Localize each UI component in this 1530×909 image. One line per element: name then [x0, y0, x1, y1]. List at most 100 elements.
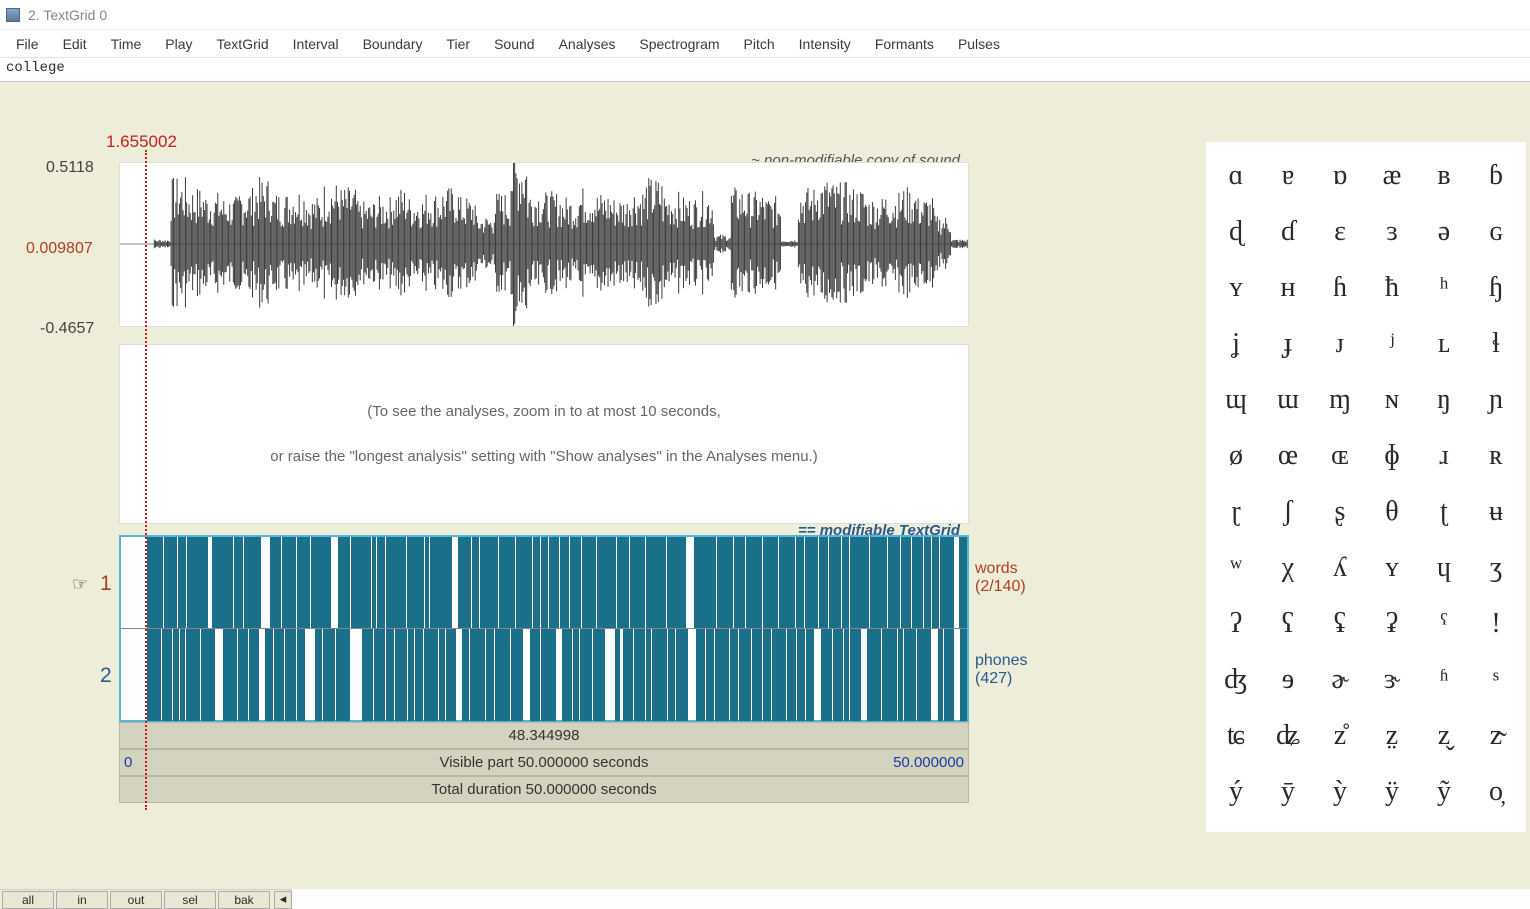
ipa-char[interactable]: ʝ	[1210, 316, 1262, 372]
interval-bar[interactable]	[821, 629, 832, 721]
interval-bar[interactable]	[805, 537, 818, 628]
interval-bar[interactable]	[582, 537, 596, 628]
interval-bar[interactable]	[495, 629, 510, 721]
ipa-char[interactable]: ɱ	[1314, 372, 1366, 428]
interval-bar[interactable]	[917, 629, 931, 721]
interval-bar[interactable]	[904, 629, 917, 721]
ipa-char[interactable]: ɓ	[1470, 148, 1522, 204]
ipa-char[interactable]: ɯ	[1262, 372, 1314, 428]
zoom-out-button[interactable]: out	[110, 891, 162, 909]
interval-bar[interactable]	[752, 629, 762, 721]
interval-bar[interactable]	[270, 537, 281, 628]
interval-bar[interactable]	[746, 537, 762, 628]
ipa-char[interactable]: ɟ	[1262, 316, 1314, 372]
interval-bar[interactable]	[694, 537, 716, 628]
interval-bar[interactable]	[829, 537, 841, 628]
interval-bar[interactable]	[424, 629, 438, 721]
interval-bar[interactable]	[763, 537, 778, 628]
interval-bar[interactable]	[652, 629, 667, 721]
ipa-char[interactable]: ȳ	[1262, 764, 1314, 820]
interval-bar[interactable]	[377, 537, 385, 628]
interval-bar[interactable]	[244, 537, 261, 628]
interval-bar[interactable]	[234, 537, 244, 628]
ipa-char[interactable]: ɲ	[1470, 372, 1522, 428]
ipa-char[interactable]: ɚ	[1314, 652, 1366, 708]
ipa-char[interactable]: ɸ	[1366, 428, 1418, 484]
interval-bar[interactable]	[297, 537, 310, 628]
interval-bar[interactable]	[888, 537, 900, 628]
interval-bar[interactable]	[223, 629, 237, 721]
ipa-char[interactable]: ɑ	[1210, 148, 1262, 204]
menu-formants[interactable]: Formants	[863, 32, 946, 56]
interval-bar[interactable]	[249, 629, 259, 721]
interval-bar[interactable]	[623, 629, 633, 721]
interval-bar[interactable]	[842, 537, 848, 628]
interval-bar[interactable]	[940, 537, 954, 628]
ipa-char[interactable]: ɬ	[1470, 316, 1522, 372]
ipa-char[interactable]: ʥ	[1262, 708, 1314, 764]
menu-pulses[interactable]: Pulses	[946, 32, 1012, 56]
menu-play[interactable]: Play	[153, 32, 204, 56]
textgrid-panel[interactable]	[119, 535, 969, 722]
interval-bar[interactable]	[338, 537, 350, 628]
ipa-char[interactable]: ʏ	[1366, 540, 1418, 596]
ipa-char[interactable]: ɖ	[1210, 204, 1262, 260]
ipa-char[interactable]: ˢ	[1470, 652, 1522, 708]
interval-bar[interactable]	[593, 629, 605, 721]
ipa-char[interactable]: ʟ	[1418, 316, 1470, 372]
ipa-char[interactable]: ø	[1210, 428, 1262, 484]
menu-spectrogram[interactable]: Spectrogram	[627, 32, 731, 56]
interval-bar[interactable]	[178, 537, 186, 628]
interval-bar[interactable]	[372, 537, 376, 628]
interval-bar[interactable]	[212, 537, 233, 628]
ipa-char[interactable]: ɴ	[1366, 372, 1418, 428]
interval-bar[interactable]	[850, 629, 861, 721]
ipa-char[interactable]: ɥ	[1418, 540, 1470, 596]
ipa-char[interactable]: æ	[1366, 148, 1418, 204]
menu-pitch[interactable]: Pitch	[732, 32, 787, 56]
ipa-char[interactable]: ʡ	[1366, 596, 1418, 652]
ipa-char[interactable]: ÿ	[1366, 764, 1418, 820]
ipa-char[interactable]: ʕ	[1262, 596, 1314, 652]
interval-bar[interactable]	[408, 629, 413, 721]
zoom-bak-button[interactable]: bak	[218, 891, 270, 909]
interval-bar[interactable]	[425, 537, 429, 628]
ipa-char[interactable]: ŋ	[1418, 372, 1470, 428]
ipa-char[interactable]: œ	[1262, 428, 1314, 484]
ipa-char[interactable]: ɛ	[1314, 204, 1366, 260]
interval-bar[interactable]	[315, 629, 322, 721]
interval-bar[interactable]	[470, 629, 485, 721]
ipa-char[interactable]: z̊	[1314, 708, 1366, 764]
ipa-char[interactable]: ʨ	[1210, 708, 1262, 764]
ipa-char[interactable]: ɜ	[1366, 204, 1418, 260]
menu-sound[interactable]: Sound	[482, 32, 546, 56]
interval-bar[interactable]	[374, 629, 385, 721]
interval-bar[interactable]	[819, 537, 828, 628]
ipa-char[interactable]: ɦ	[1314, 260, 1366, 316]
interval-bar[interactable]	[924, 537, 930, 628]
interval-bar[interactable]	[796, 537, 804, 628]
interval-bar[interactable]	[173, 629, 179, 721]
interval-bar[interactable]	[797, 629, 805, 721]
interval-bar[interactable]	[533, 537, 540, 628]
interval-bar[interactable]	[386, 629, 394, 721]
zoom-all-button[interactable]: all	[2, 891, 54, 909]
interval-bar[interactable]	[696, 629, 704, 721]
interval-bar[interactable]	[634, 629, 645, 721]
ipa-char[interactable]: ʂ	[1314, 484, 1366, 540]
ipa-char[interactable]: ɒ	[1314, 148, 1366, 204]
ipa-char[interactable]: ʲ	[1366, 316, 1418, 372]
interval-bar[interactable]	[570, 537, 580, 628]
ipa-char[interactable]: ˤ	[1418, 596, 1470, 652]
interval-bar[interactable]	[311, 537, 331, 628]
interval-bar[interactable]	[147, 537, 163, 628]
interval-bar[interactable]	[480, 537, 498, 628]
interval-bar[interactable]	[458, 537, 470, 628]
ipa-char[interactable]: ə	[1418, 204, 1470, 260]
interval-bar[interactable]	[499, 537, 515, 628]
interval-bar[interactable]	[912, 537, 923, 628]
interval-bar[interactable]	[186, 629, 200, 721]
tier-2-phones[interactable]	[121, 629, 967, 721]
menu-time[interactable]: Time	[99, 32, 154, 56]
interval-bar[interactable]	[336, 629, 349, 721]
